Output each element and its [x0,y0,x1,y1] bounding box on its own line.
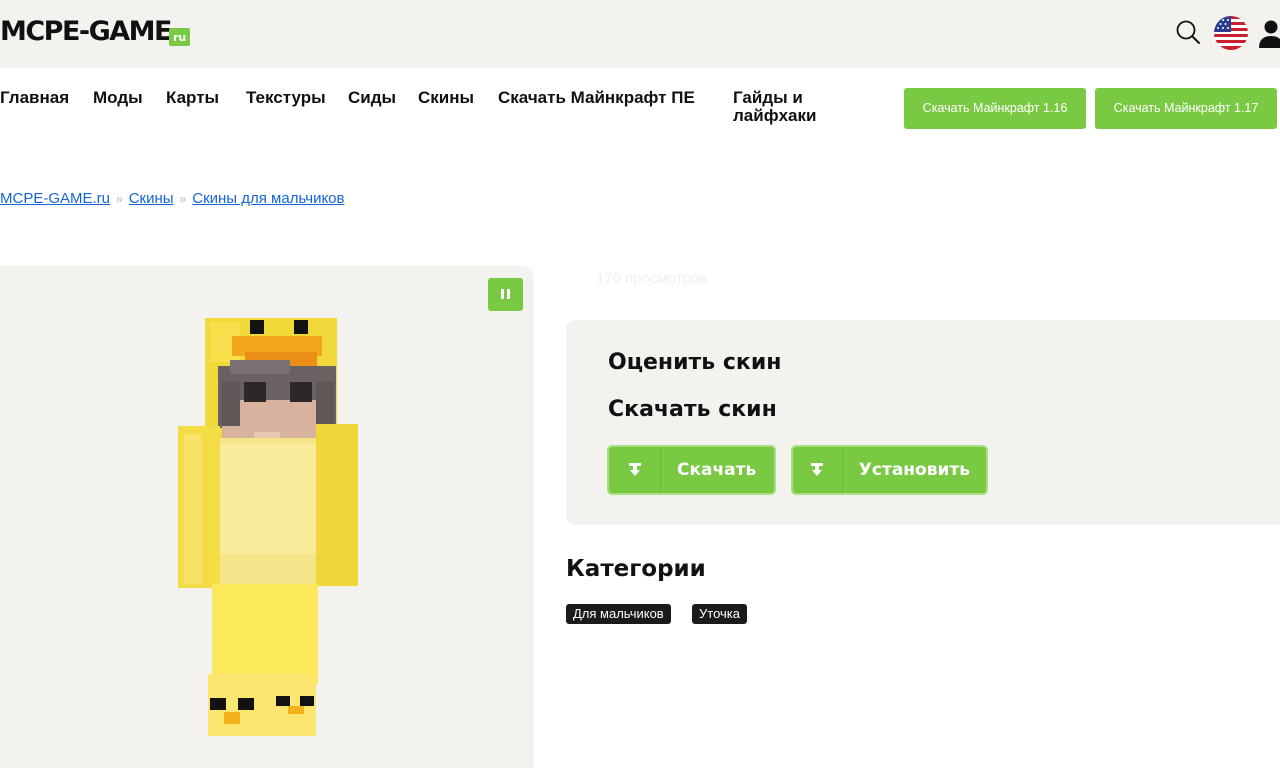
install-icon [793,447,843,493]
download-button[interactable]: Скачать [607,445,776,495]
nav-item-maps[interactable]: Карты [166,89,219,107]
us-flag-icon[interactable] [1214,16,1248,50]
header-icons [1174,16,1280,50]
pause-icon [507,289,510,299]
breadcrumb-separator: » [179,192,187,206]
breadcrumb-home-link[interactable]: MCPE-GAME.ru [0,190,110,207]
nav-item-skins[interactable]: Скины [418,89,474,107]
nav-item-home[interactable]: Главная [0,89,69,107]
skin-preview-image [178,318,358,736]
nav-item-textures[interactable]: Текстуры [246,89,326,107]
download-minecraft-1-16-button[interactable]: Скачать Майнкрафт 1.16 [904,88,1086,129]
logo-domain-badge: ru [169,28,191,46]
install-button-label: Установить [858,460,970,480]
download-skin-title: Скачать скин [608,397,777,422]
main-nav: Главная Моды Карты Текстуры Сиды Скины С… [0,86,1280,132]
site-logo[interactable]: MCPE-GAME ru [0,16,191,47]
logo-text: MCPE-GAME [0,16,173,47]
nav-item-mods[interactable]: Моды [93,89,143,107]
site-header: MCPE-GAME ru [0,0,1280,68]
search-icon[interactable] [1174,18,1204,48]
nav-item-download-minecraft-pe[interactable]: Скачать Майнкрафт ПЕ [498,89,703,107]
download-button-label: Скачать [677,460,757,480]
nav-item-seeds[interactable]: Сиды [348,89,396,107]
breadcrumb-separator: » [116,192,123,206]
pause-animation-button[interactable] [488,278,523,311]
views-count: 170 просмотров [596,270,708,287]
breadcrumb: MCPE-GAME.ru » Скины » Скины для мальчиков [0,190,345,207]
categories-title: Категории [566,556,706,582]
category-tag[interactable]: Уточка [692,604,747,624]
breadcrumb-boys-skins-link[interactable]: Скины для мальчиков [192,190,344,207]
breadcrumb-skins-link[interactable]: Скины [129,190,174,207]
category-tag[interactable]: Для мальчиков [566,604,671,624]
download-minecraft-1-17-button[interactable]: Скачать Майнкрафт 1.17 [1095,88,1277,129]
skin-preview[interactable] [0,266,534,768]
download-icon [609,447,661,493]
user-icon[interactable] [1258,16,1280,50]
pause-icon [501,289,504,299]
install-button[interactable]: Установить [791,445,988,495]
nav-item-guides[interactable]: Гайды и лайфхаки [733,89,843,125]
rate-skin-title: Оценить скин [608,350,782,375]
